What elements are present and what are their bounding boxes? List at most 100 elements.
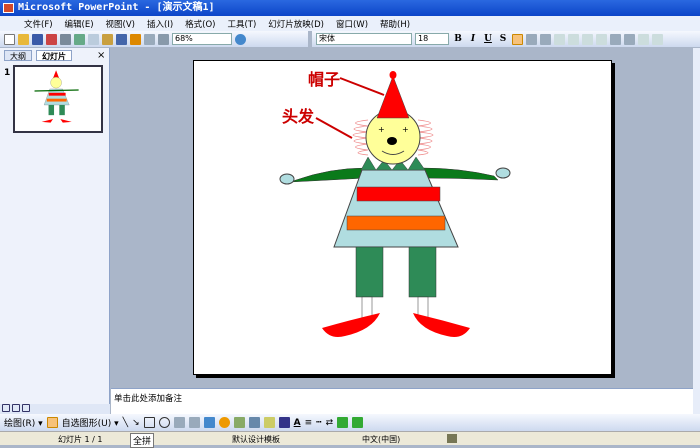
title-bar: Microsoft PowerPoint - [演示文稿1] [0, 0, 700, 16]
fill-color-icon[interactable] [263, 417, 275, 428]
bullets-icon[interactable] [596, 33, 607, 45]
font-color-icon[interactable]: A [294, 418, 301, 428]
slide-canvas[interactable]: + + 帽子 头发 [193, 60, 612, 375]
svg-text:+: + [378, 125, 385, 134]
menu-help[interactable]: 帮助(H) [380, 18, 410, 30]
shadow-button[interactable]: S [497, 34, 509, 44]
permission-icon[interactable] [46, 33, 57, 45]
menu-format[interactable]: 格式(O) [185, 18, 215, 30]
3d-icon[interactable] [352, 417, 364, 428]
autoshapes-menu[interactable]: 自选图形(U) ▾ [62, 416, 119, 429]
bold-button[interactable]: B [452, 34, 464, 44]
underline-button[interactable]: U [482, 34, 494, 44]
left-arm [289, 167, 367, 183]
right-hand [495, 167, 511, 179]
picture-icon[interactable] [248, 417, 260, 428]
font-select[interactable]: 宋体 [316, 33, 412, 45]
textbox-icon[interactable] [173, 417, 185, 428]
oval-icon[interactable] [158, 417, 170, 428]
spelling-status-icon[interactable] [447, 434, 457, 443]
italic-button[interactable]: I [467, 34, 479, 44]
tab-slides[interactable]: 幻灯片 [36, 50, 72, 61]
slideshow-icon[interactable] [22, 404, 30, 412]
dash-style-icon[interactable]: ┅ [316, 418, 321, 428]
save-icon[interactable] [32, 33, 43, 45]
arrow-icon[interactable]: ↘ [132, 418, 140, 428]
menu-view[interactable]: 视图(V) [106, 18, 135, 30]
align-left-icon[interactable] [512, 33, 523, 45]
shadow-icon[interactable] [337, 417, 349, 428]
ime-indicator[interactable]: 全拼 [130, 433, 155, 448]
help-icon[interactable] [235, 33, 246, 45]
slide-count: 幻灯片 1 / 1 [58, 435, 103, 444]
spelling-icon[interactable] [74, 33, 85, 45]
hair-label[interactable]: 头发 [282, 103, 314, 127]
numbering-icon[interactable] [582, 33, 593, 45]
hat-label[interactable]: 帽子 [308, 66, 340, 90]
menu-window[interactable]: 窗口(W) [336, 18, 368, 30]
menu-file[interactable]: 文件(F) [24, 18, 53, 30]
distribute-icon[interactable] [568, 33, 579, 45]
slides-pane: 大纲 幻灯片 × 1 [0, 48, 110, 404]
menu-insert[interactable]: 插入(I) [147, 18, 173, 30]
grow-font-icon[interactable] [610, 33, 621, 45]
select-pointer-icon[interactable] [46, 417, 58, 428]
increase-indent-icon[interactable] [652, 33, 663, 45]
chart-icon[interactable] [130, 33, 141, 45]
normal-view-icon[interactable] [2, 404, 10, 412]
print-icon[interactable] [60, 33, 71, 45]
table-icon[interactable] [144, 33, 155, 45]
menu-slideshow[interactable]: 幻灯片放映(D) [268, 18, 324, 30]
line-color-icon[interactable] [278, 417, 290, 428]
tab-outline[interactable]: 大纲 [4, 50, 32, 61]
shrink-font-icon[interactable] [624, 33, 635, 45]
standard-toolbar: 68% [0, 31, 308, 47]
left-shoe [322, 313, 380, 337]
language: 中文(中国) [362, 435, 401, 444]
notes-placeholder[interactable]: 单击此处添加备注 [114, 394, 182, 404]
right-shoe [413, 313, 470, 337]
line-icon[interactable]: ╲ [123, 418, 128, 428]
wordart-icon[interactable] [203, 417, 215, 428]
left-hand [279, 173, 295, 185]
diagram-icon[interactable] [218, 417, 230, 428]
menu-edit[interactable]: 编辑(E) [65, 18, 94, 30]
drawing-toolbar: 绘图(R) ▾ 自选图形(U) ▾ ╲ ↘ A ≡ ┅ ⇄ [0, 414, 700, 431]
slide-sorter-icon[interactable] [12, 404, 20, 412]
vertical-scrollbar[interactable] [693, 48, 700, 414]
line-style-icon[interactable]: ≡ [305, 418, 313, 428]
font-size-select[interactable]: 18 [415, 33, 449, 45]
powerpoint-icon[interactable] [3, 3, 14, 13]
right-leg [408, 246, 437, 298]
hat-pompom [389, 71, 397, 79]
open-icon[interactable] [18, 33, 29, 45]
slide-thumbnail[interactable] [13, 65, 103, 133]
hat [376, 75, 410, 119]
close-pane-button[interactable]: × [97, 50, 105, 61]
clipart-icon[interactable] [233, 417, 245, 428]
new-icon[interactable] [4, 33, 15, 45]
decrease-indent-icon[interactable] [638, 33, 649, 45]
nose [387, 137, 397, 145]
left-leg [355, 246, 384, 298]
align-center-icon[interactable] [526, 33, 537, 45]
right-arm [421, 167, 499, 181]
menu-tools[interactable]: 工具(T) [227, 18, 256, 30]
align-right-icon[interactable] [540, 33, 551, 45]
justify-icon[interactable] [554, 33, 565, 45]
undo-icon[interactable] [116, 33, 127, 45]
vertical-textbox-icon[interactable] [188, 417, 200, 428]
paste-icon[interactable] [102, 33, 113, 45]
orange-stripe [346, 215, 446, 231]
copy-icon[interactable] [88, 33, 99, 45]
columns-icon[interactable] [158, 33, 169, 45]
zoom-select[interactable]: 68% [172, 33, 232, 45]
clown-drawing: + + [279, 71, 511, 337]
slide-number: 1 [4, 68, 11, 78]
rectangle-icon[interactable] [143, 417, 155, 428]
svg-text:+: + [402, 125, 409, 134]
draw-menu[interactable]: 绘图(R) ▾ [4, 416, 43, 429]
notes-pane[interactable]: 单击此处添加备注 [111, 388, 693, 414]
view-buttons [0, 404, 110, 414]
arrow-style-icon[interactable]: ⇄ [326, 418, 334, 428]
